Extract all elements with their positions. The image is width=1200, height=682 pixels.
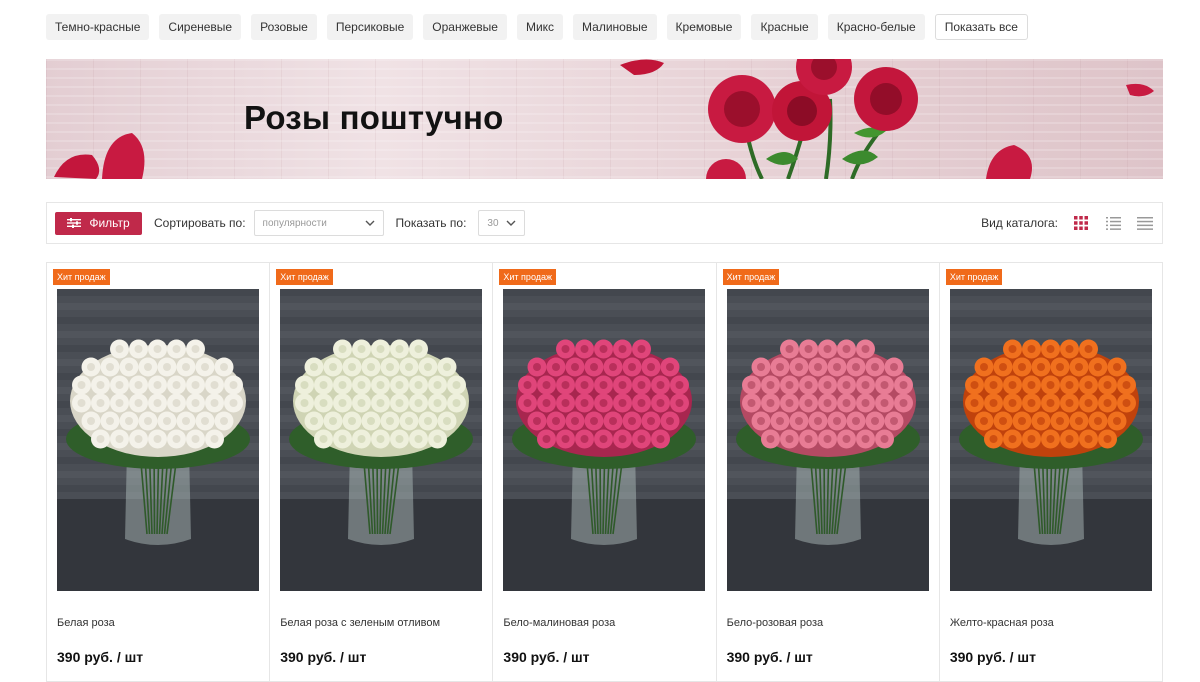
product-image[interactable]	[726, 289, 929, 591]
banner-roses-illustration	[54, 59, 1154, 179]
product-name[interactable]: Белая роза с зеленым отливом	[280, 617, 440, 629]
product-name[interactable]: Белая роза	[57, 617, 115, 629]
chip-red[interactable]: Красные	[751, 14, 818, 40]
view-label: Вид каталога:	[981, 216, 1058, 230]
per-page-select-value: 30	[487, 217, 499, 229]
category-banner: Розы поштучно	[46, 59, 1163, 179]
chip-pink[interactable]: Розовые	[251, 14, 317, 40]
grid-view-button[interactable]	[1072, 214, 1090, 232]
bestseller-badge: Хит продаж	[276, 269, 333, 285]
catalog-toolbar: Фильтр Сортировать по: популярности Пока…	[46, 202, 1163, 244]
product-name[interactable]: Бело-малиновая роза	[503, 617, 615, 629]
list-view-button[interactable]	[1104, 214, 1122, 232]
bestseller-badge: Хит продаж	[722, 269, 780, 285]
bestseller-badge: Хит продаж	[945, 269, 1003, 285]
product-name[interactable]: Желто-красная роза	[950, 617, 1054, 629]
product-card[interactable]: Хит продаж Бело-малиновая роза 390 руб. …	[493, 263, 717, 681]
chevron-down-icon	[365, 220, 375, 226]
chip-cream[interactable]: Кремовые	[666, 14, 742, 40]
product-card[interactable]: Хит продаж Желто-красная роза 390 руб. /…	[940, 263, 1162, 681]
product-image[interactable]	[503, 289, 706, 591]
product-image[interactable]	[280, 289, 483, 591]
product-image[interactable]	[57, 289, 259, 591]
sort-select-value: популярности	[262, 217, 327, 229]
grid-icon	[1074, 216, 1088, 230]
bestseller-badge: Хит продаж	[499, 269, 557, 285]
show-label: Показать по:	[395, 216, 467, 230]
filter-sliders-icon	[67, 218, 82, 228]
page-title: Розы поштучно	[244, 99, 504, 136]
product-image[interactable]	[949, 289, 1152, 591]
product-name[interactable]: Бело-розовая роза	[727, 617, 824, 629]
chip-red-white[interactable]: Красно-белые	[827, 14, 925, 40]
chip-raspberry[interactable]: Малиновые	[573, 14, 657, 40]
chip-lilac[interactable]: Сиреневые	[159, 14, 242, 40]
chevron-down-icon	[506, 220, 516, 226]
chip-orange[interactable]: Оранжевые	[423, 14, 507, 40]
bestseller-badge: Хит продаж	[53, 269, 110, 285]
product-grid: Хит продаж Белая роза 390 руб. / шт Хит …	[46, 262, 1163, 682]
chip-mix[interactable]: Микс	[516, 14, 564, 40]
color-filter-chips: Темно-красные Сиреневые Розовые Персиков…	[46, 14, 1028, 40]
table-view-button[interactable]	[1136, 214, 1154, 232]
per-page-select[interactable]: 30	[478, 210, 526, 236]
table-icon	[1137, 216, 1153, 230]
list-icon	[1105, 216, 1121, 230]
product-price: 390 руб. / шт	[726, 649, 813, 665]
product-price: 390 руб. / шт	[503, 649, 590, 665]
show-all-chip[interactable]: Показать все	[934, 14, 1028, 40]
product-card[interactable]: Хит продаж Белая роза 390 руб. / шт	[47, 263, 271, 681]
product-price: 390 руб. / шт	[57, 649, 144, 665]
sort-label: Сортировать по:	[154, 216, 246, 230]
chip-peach[interactable]: Персиковые	[326, 14, 414, 40]
filter-button-label: Фильтр	[89, 216, 130, 230]
product-card[interactable]: Хит продаж Бело-розовая роза 390 руб. / …	[717, 263, 940, 681]
sort-select[interactable]: популярности	[253, 210, 384, 236]
product-price: 390 руб. / шт	[280, 649, 367, 665]
filter-button[interactable]: Фильтр	[55, 211, 142, 235]
product-card[interactable]: Хит продаж Белая роза с зеленым отливом …	[270, 263, 494, 681]
chip-dark-red[interactable]: Темно-красные	[46, 14, 150, 40]
product-price: 390 руб. / шт	[949, 649, 1036, 665]
view-mode-switcher: Вид каталога:	[969, 214, 1154, 232]
